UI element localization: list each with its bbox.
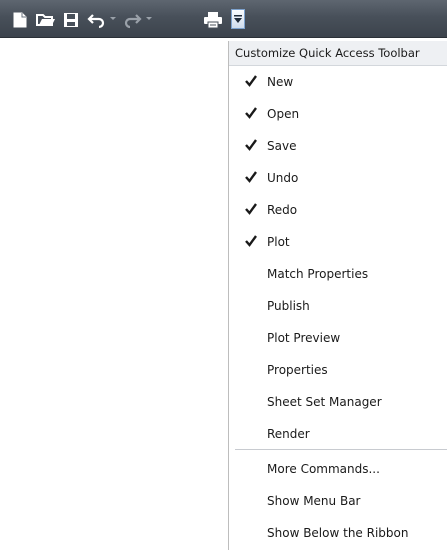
menu-item-publish[interactable]: Publish [229,290,447,322]
undo-arrow-icon [87,14,105,29]
menu-item-label: Show Menu Bar [267,494,361,508]
checkmark-icon [245,203,257,215]
redo-dropdown-icon[interactable] [146,17,152,20]
save-disk-icon [64,13,78,27]
menu-item-match-properties[interactable]: Match Properties [229,258,447,290]
plot-button[interactable] [201,10,225,30]
menu-item-save[interactable]: Save [229,130,447,162]
menu-item-plot[interactable]: Plot [229,226,447,258]
menu-item-label: Publish [267,299,310,313]
menu-item-label: Render [267,427,310,441]
checkmark-icon [245,107,257,119]
new-document-icon [13,12,27,28]
menu-item-label: Sheet Set Manager [267,395,382,409]
printer-icon [204,12,222,29]
menu-item-sheet-set-manager[interactable]: Sheet Set Manager [229,386,447,418]
new-button[interactable] [10,10,30,30]
menu-item-properties[interactable]: Properties [229,354,447,386]
menu-item-label: Match Properties [267,267,369,281]
menu-item-label: Plot Preview [267,331,341,345]
menu-item-label: Show Below the Ribbon [267,526,409,540]
open-folder-icon [36,14,55,26]
checkmark-icon [245,139,257,151]
menu-item-plot-preview[interactable]: Plot Preview [229,322,447,354]
menu-header: Customize Quick Access Toolbar [229,41,447,66]
checkmark-icon [245,235,257,247]
save-button[interactable] [61,10,81,30]
menu-item-show-menu-bar[interactable]: Show Menu Bar [229,485,447,517]
undo-dropdown-icon[interactable] [110,17,116,20]
checkmark-icon [245,75,257,87]
menu-item-more-commands[interactable]: More Commands... [229,453,447,485]
menu-item-show-below-ribbon[interactable]: Show Below the Ribbon [229,517,447,549]
menu-item-label: Undo [267,171,299,185]
menu-item-label: Plot [267,235,290,249]
redo-arrow-icon [124,14,142,29]
undo-button[interactable] [86,10,108,30]
quick-access-toolbar [0,0,447,38]
redo-button[interactable] [121,10,143,30]
menu-item-redo[interactable]: Redo [229,194,447,226]
menu-item-label: Properties [267,363,328,377]
menu-item-open[interactable]: Open [229,98,447,130]
checkmark-icon [245,171,257,183]
menu-item-label: Redo [267,203,298,217]
menu-item-label: Save [267,139,297,153]
chevron-down-icon [234,15,242,23]
open-button[interactable] [35,10,57,30]
menu-item-undo[interactable]: Undo [229,162,447,194]
menu-item-label: New [267,75,294,89]
menu-item-label: Open [267,107,300,121]
menu-item-label: More Commands... [267,462,380,476]
customize-toolbar-button[interactable] [231,9,245,29]
menu-separator [235,449,447,450]
menu-item-new[interactable]: New [229,66,447,98]
menu-item-render[interactable]: Render [229,418,447,450]
customize-toolbar-menu: Customize Quick Access Toolbar New Open … [228,41,447,550]
